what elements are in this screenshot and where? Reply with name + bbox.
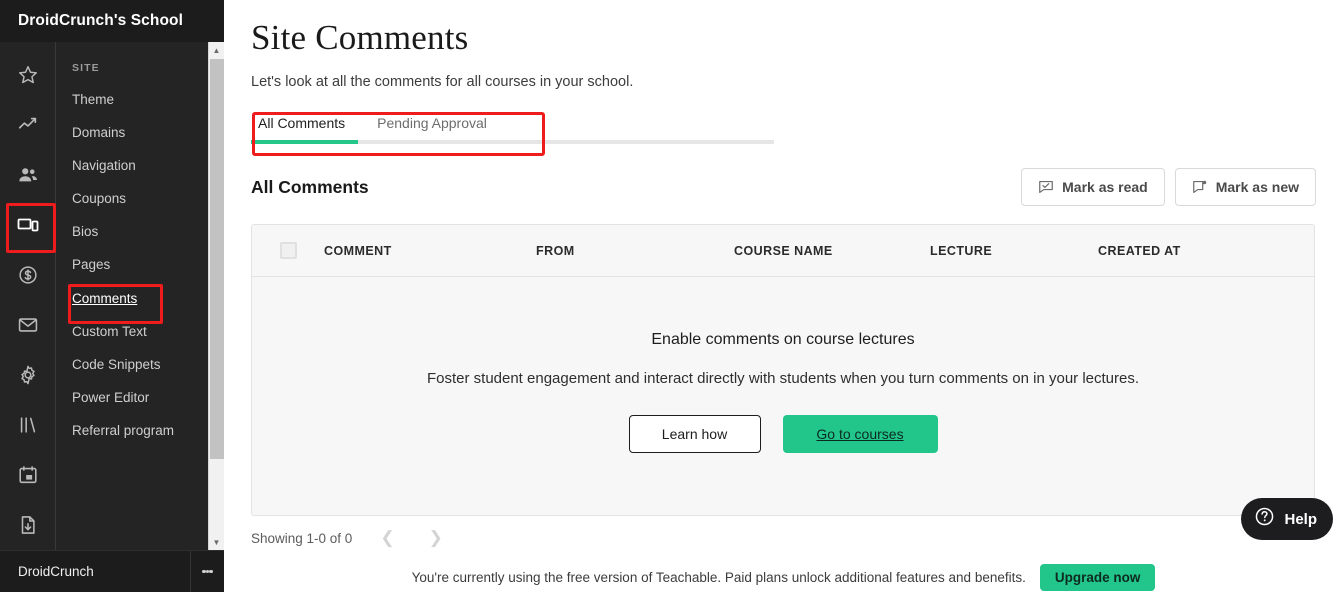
chevron-right-icon[interactable]: ❯: [423, 528, 449, 548]
empty-state: Enable comments on course lectures Foste…: [252, 277, 1314, 515]
column-header-from: FROM: [536, 243, 575, 258]
mark-as-new-label: Mark as new: [1215, 179, 1299, 195]
rail-item-reports[interactable]: [0, 500, 56, 550]
help-label: Help: [1284, 510, 1317, 528]
page-subtitle: Let's look at all the comments for all c…: [251, 74, 634, 90]
rail-item-sales[interactable]: [0, 250, 56, 300]
table-header-row: COMMENT FROM COURSE NAME LECTURE CREATED…: [252, 225, 1314, 277]
kebab-menu-icon[interactable]: [190, 550, 224, 592]
mark-as-new-button[interactable]: Mark as new: [1174, 168, 1316, 206]
pagination: Showing 1-0 of 0 ❮ ❯: [251, 528, 1316, 548]
tab-pending-approval[interactable]: Pending Approval: [370, 115, 494, 140]
empty-state-buttons: Learn how Go to courses: [628, 415, 938, 453]
app-root: DroidCrunch's School SITE Theme Domains …: [0, 0, 1343, 592]
subnav-heading: SITE: [72, 62, 100, 74]
chevron-left-icon[interactable]: ❮: [374, 528, 400, 548]
scroll-up-arrow-icon[interactable]: ▲: [209, 42, 224, 58]
sidebar-item-domains[interactable]: Domains: [57, 116, 208, 149]
sidebar-item-navigation[interactable]: Navigation: [57, 149, 208, 182]
column-header-lecture: LECTURE: [930, 243, 993, 258]
site-subnav: SITE Theme Domains Navigation Coupons Bi…: [57, 42, 208, 550]
rail-item-library[interactable]: [0, 400, 56, 450]
column-header-created-at: CREATED AT: [1098, 243, 1181, 258]
go-to-courses-button[interactable]: Go to courses: [782, 415, 938, 453]
scrollbar-thumb[interactable]: [210, 59, 224, 459]
rail-item-settings[interactable]: [0, 350, 56, 400]
tabs-container: All Comments Pending Approval: [251, 112, 1316, 156]
calendar-icon: [17, 464, 39, 486]
page-title: Site Comments: [251, 18, 469, 57]
upgrade-banner: You're currently using the free version …: [224, 562, 1343, 592]
star-icon: [17, 64, 39, 86]
sidebar-item-pages[interactable]: Pages: [57, 249, 208, 282]
site-devices-icon: [16, 213, 40, 237]
tab-list: All Comments Pending Approval: [251, 115, 1316, 140]
select-all-checkbox[interactable]: [279, 242, 297, 259]
tab-all-comments[interactable]: All Comments: [251, 115, 352, 140]
tab-active-indicator: [251, 140, 358, 144]
library-icon: [17, 414, 39, 436]
comment-dot-icon: [1192, 179, 1208, 195]
rail-item-site[interactable]: [0, 200, 56, 253]
scroll-down-arrow-icon[interactable]: ▼: [209, 534, 224, 550]
rail-item-favorites[interactable]: [0, 50, 56, 100]
select-all-cell: [252, 242, 324, 259]
sidebar-item-coupons[interactable]: Coupons: [57, 183, 208, 216]
icon-rail: [0, 42, 56, 584]
pagination-summary: Showing 1-0 of 0: [251, 530, 353, 546]
nav-footer: DroidCrunch: [0, 550, 224, 592]
upgrade-now-button[interactable]: Upgrade now: [1039, 564, 1156, 591]
rail-item-users[interactable]: [0, 150, 56, 200]
comments-table: COMMENT FROM COURSE NAME LECTURE CREATED…: [251, 224, 1315, 516]
upgrade-banner-text: You're currently using the free version …: [411, 570, 1026, 585]
current-user-name: DroidCrunch: [18, 564, 94, 579]
rail-item-analytics[interactable]: [0, 100, 56, 150]
sidebar-item-referral-program[interactable]: Referral program: [57, 415, 208, 448]
mark-as-read-button[interactable]: Mark as read: [1021, 168, 1165, 206]
comment-check-icon: [1038, 179, 1054, 195]
column-header-course-name: COURSE NAME: [734, 243, 833, 258]
help-widget[interactable]: Help: [1241, 498, 1333, 540]
sidebar-item-custom-text[interactable]: Custom Text: [57, 315, 208, 348]
sidebar-item-bios[interactable]: Bios: [57, 216, 208, 249]
learn-how-button[interactable]: Learn how: [628, 415, 761, 453]
section-title: All Comments: [251, 176, 369, 197]
question-circle-icon: [1254, 506, 1275, 532]
rail-item-emails[interactable]: [0, 300, 56, 350]
sidebar-scrollbar[interactable]: ▲ ▼: [208, 42, 224, 550]
column-header-comment: COMMENT: [324, 243, 392, 258]
gear-icon: [17, 364, 39, 386]
sidebar-item-comments[interactable]: Comments: [57, 282, 208, 325]
tab-underline: [251, 140, 774, 144]
dollar-circle-icon: [17, 264, 39, 286]
section-actions: Mark as read Mark as new: [1021, 168, 1316, 206]
empty-state-body: Foster student engagement and interact d…: [426, 370, 1140, 387]
left-navigation: DroidCrunch's School SITE Theme Domains …: [0, 0, 224, 592]
brand-title: DroidCrunch's School: [18, 12, 183, 29]
mail-icon: [17, 314, 39, 336]
rail-item-calendar[interactable]: [0, 450, 56, 500]
mark-as-read-label: Mark as read: [1062, 179, 1148, 195]
empty-state-heading: Enable comments on course lectures: [651, 331, 915, 348]
sidebar-item-code-snippets[interactable]: Code Snippets: [57, 348, 208, 381]
brand-bar: DroidCrunch's School: [0, 0, 224, 42]
section-header: All Comments Mark as read Mark as new: [251, 168, 1316, 206]
users-icon: [17, 164, 39, 186]
sidebar-item-theme[interactable]: Theme: [57, 83, 208, 116]
sidebar-item-power-editor[interactable]: Power Editor: [57, 382, 208, 415]
analytics-icon: [17, 114, 39, 136]
file-download-icon: [17, 514, 39, 536]
main-content: Site Comments Let's look at all the comm…: [224, 0, 1343, 592]
